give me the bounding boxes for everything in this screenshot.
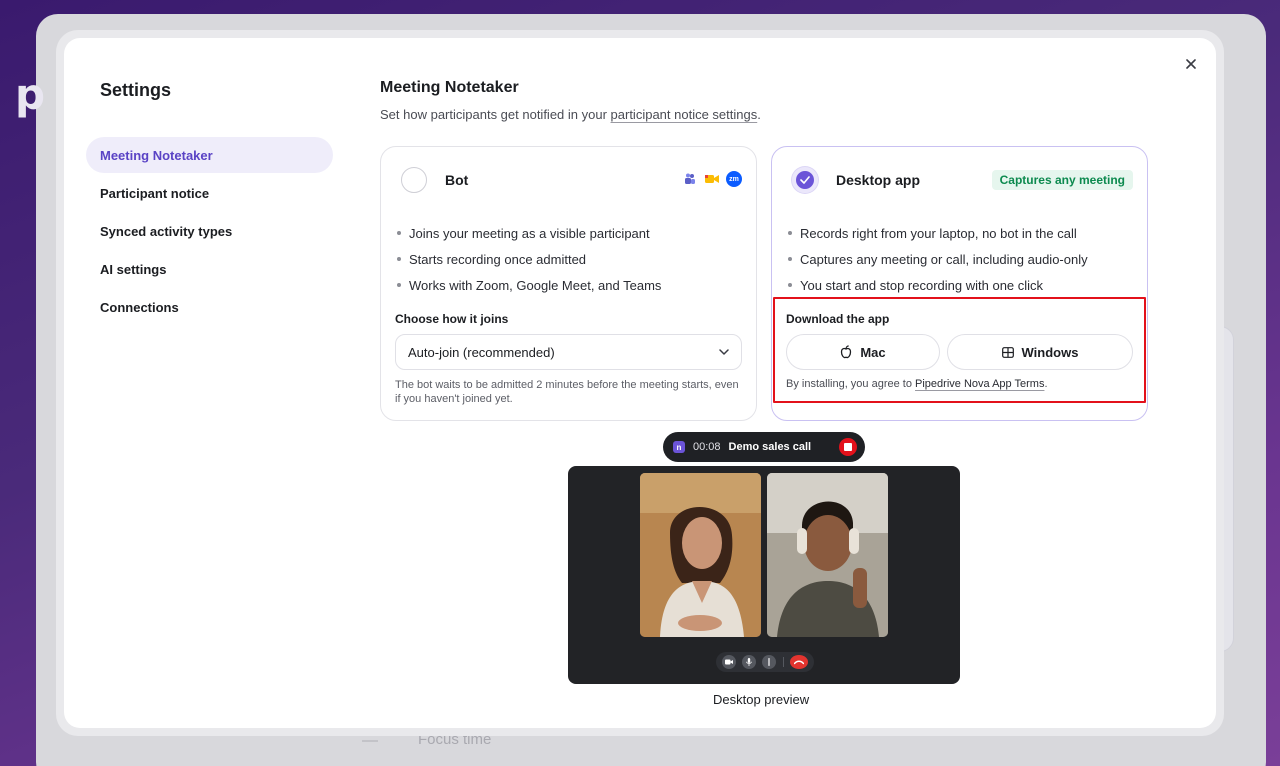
windows-label: Windows — [1021, 344, 1079, 360]
check-icon — [800, 176, 810, 184]
list-item: Starts recording once admitted — [397, 246, 661, 272]
desktop-preview-caption: Desktop preview — [713, 692, 810, 707]
desktop-app-card-title: Desktop app — [836, 172, 921, 188]
more-options-icon[interactable] — [762, 655, 777, 669]
microphone-icon[interactable] — [742, 655, 757, 669]
participant-woman-image — [640, 473, 761, 637]
close-icon — [1186, 59, 1196, 69]
terms-suffix: . — [1044, 378, 1048, 390]
end-call-icon[interactable] — [789, 655, 808, 669]
apple-icon — [841, 345, 852, 359]
install-terms: By installing, you agree to Pipedrive No… — [786, 378, 1048, 390]
desktop-preview — [568, 466, 960, 684]
desktop-app-radio[interactable] — [792, 167, 818, 193]
close-button[interactable] — [1181, 54, 1201, 74]
nav-item-participant-notice[interactable]: Participant notice — [86, 175, 333, 211]
nav-item-ai-settings[interactable]: AI settings — [86, 251, 333, 287]
app-terms-link[interactable]: Pipedrive Nova App Terms — [915, 378, 1044, 390]
controls-divider — [782, 657, 784, 667]
list-item: Works with Zoom, Google Meet, and Teams — [397, 272, 661, 298]
list-item: You start and stop recording with one cl… — [788, 272, 1088, 298]
zoom-icon: zm — [726, 171, 742, 187]
participant-video-tile — [640, 473, 761, 637]
download-windows-button[interactable]: Windows — [947, 334, 1133, 370]
status-badge: Captures any meeting — [991, 170, 1133, 190]
terms-text: By installing, you agree to — [786, 378, 916, 390]
subtitle-text: Set how participants get notified in you… — [380, 107, 611, 122]
stop-icon — [844, 443, 852, 451]
recording-title: Demo sales call — [728, 441, 812, 453]
chevron-down-icon — [719, 349, 729, 355]
bot-option-card[interactable]: Bot zm Joins your meeting as a visible p… — [380, 146, 757, 421]
page-title: Meeting Notetaker — [380, 79, 519, 96]
join-method-help: The bot waits to be admitted 2 minutes b… — [395, 379, 739, 405]
stop-recording-button[interactable] — [839, 438, 857, 456]
join-method-value: Auto-join (recommended) — [408, 344, 555, 360]
recording-timer: 00:08 — [693, 441, 721, 453]
camera-icon[interactable] — [722, 655, 737, 669]
list-item: Captures any meeting or call, including … — [788, 246, 1088, 272]
join-method-label: Choose how it joins — [395, 312, 509, 326]
settings-nav: Meeting Notetaker Participant notice Syn… — [86, 137, 333, 327]
list-item: Joins your meeting as a visible particip… — [397, 220, 661, 246]
recording-bar: n 00:08 Demo sales call — [663, 432, 865, 462]
settings-title: Settings — [100, 80, 172, 100]
nova-logo-icon: n — [673, 441, 685, 453]
list-item: Records right from your laptop, no bot i… — [788, 220, 1088, 246]
download-mac-button[interactable]: Mac — [786, 334, 940, 370]
participant-man-image — [767, 473, 888, 637]
desktop-feature-list: Records right from your laptop, no bot i… — [788, 220, 1088, 298]
mac-label: Mac — [860, 344, 886, 360]
download-app-label: Download the app — [786, 312, 890, 326]
windows-icon — [1001, 346, 1014, 358]
pipedrive-logo: p — [15, 70, 46, 119]
teams-icon — [682, 171, 698, 187]
focus-time-icon — [362, 740, 378, 742]
call-controls — [716, 652, 814, 672]
bot-feature-list: Joins your meeting as a visible particip… — [397, 220, 661, 298]
participant-video-tile — [767, 473, 888, 637]
participant-notice-settings-link[interactable]: participant notice settings — [611, 107, 758, 122]
bot-card-title: Bot — [445, 172, 469, 188]
supported-apps: zm — [682, 171, 742, 187]
page-subtitle: Set how participants get notified in you… — [380, 107, 761, 122]
google-meet-icon — [704, 171, 720, 187]
nav-item-meeting-notetaker[interactable]: Meeting Notetaker — [86, 137, 333, 173]
subtitle-suffix: . — [757, 107, 761, 122]
join-method-select[interactable]: Auto-join (recommended) — [395, 334, 742, 370]
bot-radio[interactable] — [401, 167, 427, 193]
nav-item-connections[interactable]: Connections — [86, 289, 333, 325]
nav-item-synced-activity-types[interactable]: Synced activity types — [86, 213, 333, 249]
